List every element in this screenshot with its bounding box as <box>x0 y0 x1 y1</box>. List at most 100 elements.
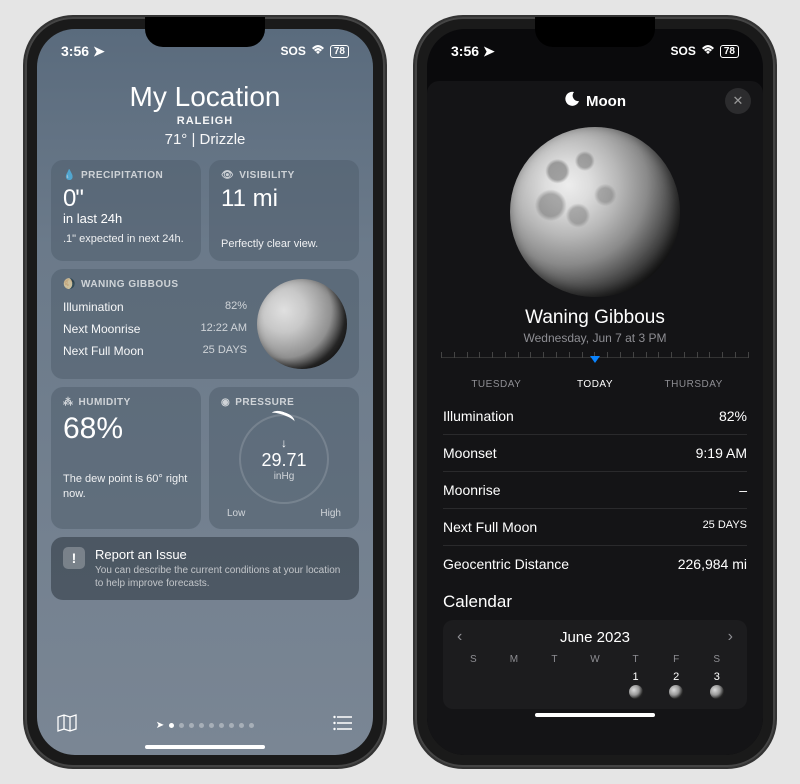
humidity-tile[interactable]: ⁂ HUMIDITY 68% The dew point is 60° right… <box>51 387 201 529</box>
cal-next-button[interactable]: › <box>724 628 737 646</box>
moon-icon <box>564 91 580 111</box>
report-title: Report an Issue <box>95 547 347 562</box>
distance-label: Geocentric Distance <box>443 556 569 572</box>
notch <box>145 17 265 47</box>
moonrise-value: 12:22 AM <box>201 322 247 336</box>
pressure-low: Low <box>227 508 245 519</box>
home-indicator[interactable] <box>145 745 265 749</box>
visibility-header: VISIBILITY <box>239 170 295 181</box>
precip-header: PRECIPITATION <box>81 170 163 181</box>
humidity-header: HUMIDITY <box>79 397 131 408</box>
phase-name: Waning Gibbous <box>427 307 763 329</box>
eye-icon: 👁 <box>221 170 234 181</box>
moonrise-label: Next Moonrise <box>63 322 140 336</box>
fullmoon-label: Next Full Moon <box>63 344 144 358</box>
illumination-label: Illumination <box>63 300 124 314</box>
humidity-value: 68% <box>63 414 189 444</box>
sheet-title: Moon <box>586 93 626 110</box>
pressure-gauge: ↓ 29.71 inHg <box>239 414 329 504</box>
fullmoon-label: Next Full Moon <box>443 519 537 535</box>
row-moonrise: Moonrise – <box>443 472 747 509</box>
cal-days-row: 1 2 3 <box>453 671 737 699</box>
arrow-down-icon: ↓ <box>281 436 287 450</box>
moon-image-large <box>510 127 680 297</box>
status-time: 3:56 <box>61 43 89 59</box>
row-moonset: Moonset 9:19 AM <box>443 435 747 472</box>
phone-left: 3:56 ➤ SOS 78 My Location RALEIGH 71° | … <box>25 17 385 767</box>
day-timeline[interactable] <box>441 357 749 385</box>
close-button[interactable]: ✕ <box>725 88 751 114</box>
moon-detail-sheet: Moon ✕ Waning Gibbous Wednesday, Jun 7 a… <box>427 81 763 755</box>
status-sos: SOS <box>281 44 306 58</box>
location-city: RALEIGH <box>37 115 373 127</box>
pressure-value: 29.71 <box>261 450 306 471</box>
calendar-widget[interactable]: ‹ June 2023 › S M T W T F S <box>443 620 747 709</box>
report-issue-tile[interactable]: ! Report an Issue You can describe the c… <box>51 537 359 600</box>
moon-phase-icon: 🌖 <box>63 279 76 290</box>
pressure-tile[interactable]: ◉ PRESSURE ↓ 29.71 inHg Low High <box>209 387 359 529</box>
home-indicator[interactable] <box>535 713 655 717</box>
calendar-section-title: Calendar <box>443 592 747 612</box>
location-dot-icon: ➤ <box>156 720 164 731</box>
mini-moon-icon <box>669 685 683 699</box>
battery-level: 78 <box>720 45 739 58</box>
moonset-label: Moonset <box>443 445 497 461</box>
precipitation-tile[interactable]: 💧 PRECIPITATION 0" in last 24h .1" expect… <box>51 160 201 261</box>
map-icon[interactable] <box>57 714 77 737</box>
report-desc: You can describe the current conditions … <box>95 564 347 590</box>
weather-screen: 3:56 ➤ SOS 78 My Location RALEIGH 71° | … <box>37 29 373 755</box>
fullmoon-value: 25 DAYS <box>203 344 247 358</box>
precip-value: 0" <box>63 187 189 211</box>
bottom-bar: ➤ <box>37 706 373 741</box>
phase-date: Wednesday, Jun 7 at 3 PM <box>427 331 763 345</box>
battery-level: 78 <box>330 45 349 58</box>
location-arrow-icon: ➤ <box>483 43 495 60</box>
cal-month: June 2023 <box>560 629 630 646</box>
moon-detail-list: Illumination 82% Moonset 9:19 AM Moonris… <box>427 398 763 582</box>
illumination-value: 82% <box>225 300 247 314</box>
report-icon: ! <box>63 547 85 569</box>
pressure-high: High <box>320 508 341 519</box>
fullmoon-value: 25 DAYS <box>703 519 747 535</box>
humidity-desc: The dew point is 60° right now. <box>63 472 189 501</box>
visibility-value: 11 mi <box>221 187 347 211</box>
humidity-icon: ⁂ <box>63 397 74 408</box>
wifi-icon <box>311 44 325 58</box>
page-dots[interactable]: ➤ <box>156 720 254 731</box>
precip-period: in last 24h <box>63 211 189 226</box>
status-sos: SOS <box>671 44 696 58</box>
cal-prev-button[interactable]: ‹ <box>453 628 466 646</box>
location-title: My Location <box>37 81 373 113</box>
moon-detail-screen: 3:56 ➤ SOS 78 Moon ✕ <box>427 29 763 755</box>
illumination-label: Illumination <box>443 408 514 424</box>
cal-day-3[interactable]: 3 <box>696 671 737 699</box>
mini-moon-icon <box>710 685 724 699</box>
cal-day-2[interactable]: 2 <box>656 671 697 699</box>
location-arrow-icon: ➤ <box>93 43 105 60</box>
cal-dow-row: S M T W T F S <box>453 654 737 665</box>
status-time: 3:56 <box>451 43 479 59</box>
droplet-icon: 💧 <box>63 170 76 181</box>
mini-moon-icon <box>629 685 643 699</box>
pressure-header: PRESSURE <box>235 397 294 408</box>
cal-day-1[interactable]: 1 <box>615 671 656 699</box>
phone-right: 3:56 ➤ SOS 78 Moon ✕ <box>415 17 775 767</box>
distance-value: 226,984 mi <box>678 556 747 572</box>
row-illumination: Illumination 82% <box>443 398 747 435</box>
moon-image-small <box>257 279 347 369</box>
illumination-value: 82% <box>719 408 747 424</box>
row-fullmoon: Next Full Moon 25 DAYS <box>443 509 747 546</box>
pressure-unit: inHg <box>274 471 295 482</box>
moonrise-value: – <box>739 482 747 498</box>
moon-header: WANING GIBBOUS <box>81 279 179 290</box>
wifi-icon <box>701 44 715 58</box>
moonset-value: 9:19 AM <box>696 445 747 461</box>
notch <box>535 17 655 47</box>
list-icon[interactable] <box>333 715 353 736</box>
precip-desc: .1" expected in next 24h. <box>63 232 189 246</box>
gauge-icon: ◉ <box>221 397 230 408</box>
moon-tile[interactable]: 🌖 WANING GIBBOUS Illumination 82% Next Moo… <box>51 269 359 379</box>
moonrise-label: Moonrise <box>443 482 501 498</box>
temp-condition: 71° | Drizzle <box>37 131 373 148</box>
visibility-tile[interactable]: 👁VISIBILITY 11 mi Perfectly clear view. <box>209 160 359 261</box>
